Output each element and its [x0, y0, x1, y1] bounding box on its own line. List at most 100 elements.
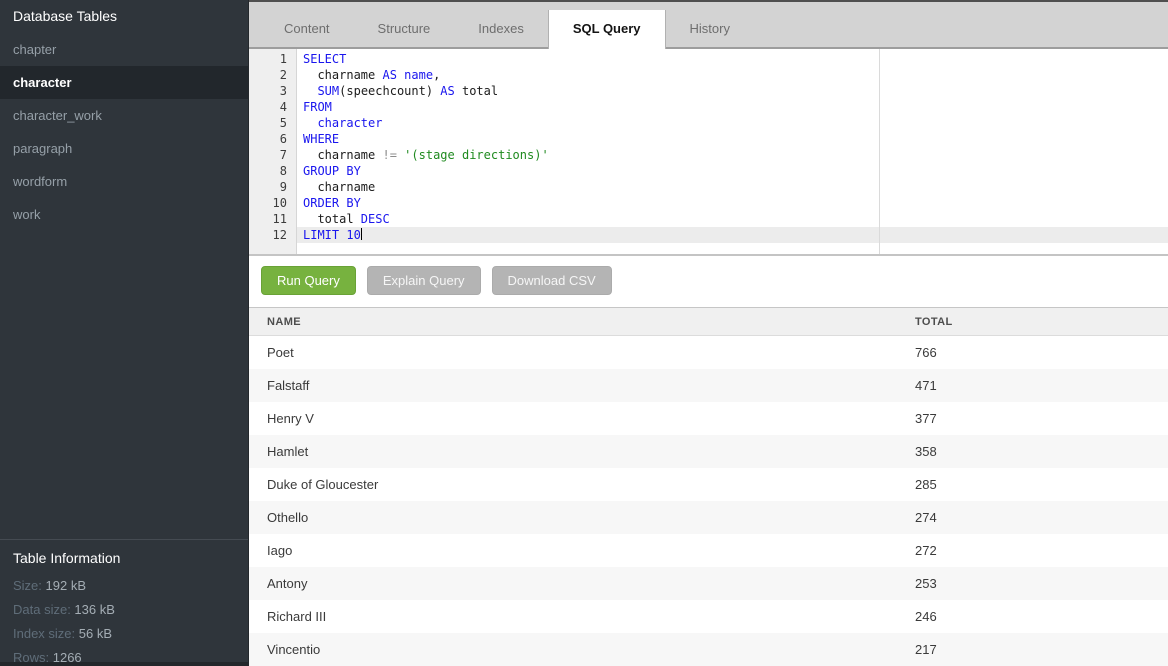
line-number: 9 — [249, 179, 287, 195]
text-caret — [361, 228, 362, 240]
line-number: 1 — [249, 51, 287, 67]
sql-token-id: charname — [303, 148, 382, 162]
sql-token-kw: GROUP BY — [303, 164, 361, 178]
code-line-11: total DESC — [297, 211, 1168, 227]
query-toolbar: Run Query Explain Query Download CSV — [249, 256, 1168, 307]
table-row[interactable]: Vincentio217 — [249, 633, 1168, 666]
line-number: 3 — [249, 83, 287, 99]
cell-total: 217 — [915, 633, 1168, 666]
sql-token-id — [303, 84, 317, 98]
cell-total: 377 — [915, 402, 1168, 435]
sql-token-kw: LIMIT 10 — [303, 228, 361, 242]
code-line-12: LIMIT 10 — [297, 227, 1168, 243]
results-area: NAMETOTAL Poet766Falstaff471Henry V377Ha… — [249, 307, 1168, 666]
cell-name: Hamlet — [249, 435, 915, 468]
sidebar-bottom-strip — [0, 662, 248, 666]
sql-token-id — [303, 116, 317, 130]
sql-token-op: != — [382, 148, 396, 162]
tab-indexes[interactable]: Indexes — [454, 10, 548, 47]
column-header-name[interactable]: NAME — [249, 308, 915, 336]
code-line-2: charname AS name, — [297, 67, 1168, 83]
cell-name: Richard III — [249, 600, 915, 633]
app-window: Database Tables chaptercharactercharacte… — [0, 0, 1168, 666]
cell-name: Antony — [249, 567, 915, 600]
tab-history[interactable]: History — [666, 10, 754, 47]
sidebar-item-chapter[interactable]: chapter — [0, 33, 248, 66]
sql-token-kw: AS — [382, 68, 396, 82]
sql-token-kw: SELECT — [303, 52, 346, 66]
sql-token-kw: ORDER BY — [303, 196, 361, 210]
sql-token-str: '(stage directions)' — [404, 148, 549, 162]
table-information-title: Table Information — [13, 547, 235, 569]
sql-token-kw: WHERE — [303, 132, 339, 146]
table-info-stat: Data size: 136 kB — [13, 598, 235, 622]
sql-token-kw: SUM — [317, 84, 339, 98]
sql-token-kw: name — [404, 68, 433, 82]
download-csv-button[interactable]: Download CSV — [492, 266, 612, 295]
column-header-total[interactable]: TOTAL — [915, 308, 1168, 336]
table-info-stat: Index size: 56 kB — [13, 622, 235, 646]
sql-editor[interactable]: 123456789101112 SELECT charname AS name,… — [249, 49, 1168, 256]
sql-token-kw: DESC — [361, 212, 390, 226]
sql-token-id: total — [303, 212, 361, 226]
cell-total: 253 — [915, 567, 1168, 600]
code-line-9: charname — [297, 179, 1168, 195]
sidebar-item-character_work[interactable]: character_work — [0, 99, 248, 132]
cell-total: 246 — [915, 600, 1168, 633]
cell-total: 272 — [915, 534, 1168, 567]
code-line-7: charname != '(stage directions)' — [297, 147, 1168, 163]
line-number: 8 — [249, 163, 287, 179]
code-line-4: FROM — [297, 99, 1168, 115]
sidebar-item-character[interactable]: character — [0, 66, 248, 99]
sql-token-id: (speechcount) — [339, 84, 440, 98]
line-number: 4 — [249, 99, 287, 115]
table-row[interactable]: Hamlet358 — [249, 435, 1168, 468]
table-list: chaptercharactercharacter_workparagraphw… — [0, 33, 248, 231]
sidebar-item-paragraph[interactable]: paragraph — [0, 132, 248, 165]
sql-token-id: charname — [303, 68, 382, 82]
stat-value: 192 kB — [46, 578, 86, 593]
table-row[interactable]: Richard III246 — [249, 600, 1168, 633]
line-number: 5 — [249, 115, 287, 131]
code-line-5: character — [297, 115, 1168, 131]
sql-token-id: charname — [303, 180, 375, 194]
tab-sql-query[interactable]: SQL Query — [548, 10, 666, 49]
stat-value: 56 kB — [79, 626, 112, 641]
line-number: 6 — [249, 131, 287, 147]
run-query-button[interactable]: Run Query — [261, 266, 356, 295]
cell-name: Iago — [249, 534, 915, 567]
cell-total: 471 — [915, 369, 1168, 402]
table-row[interactable]: Antony253 — [249, 567, 1168, 600]
tab-content[interactable]: Content — [260, 10, 354, 47]
table-row[interactable]: Duke of Gloucester285 — [249, 468, 1168, 501]
sql-token-id: , — [433, 68, 440, 82]
code-line-6: WHERE — [297, 131, 1168, 147]
sidebar-item-wordform[interactable]: wordform — [0, 165, 248, 198]
table-row[interactable]: Iago272 — [249, 534, 1168, 567]
sql-code-area: SELECT charname AS name, SUM(speechcount… — [297, 49, 1168, 254]
table-row[interactable]: Othello274 — [249, 501, 1168, 534]
cell-name: Falstaff — [249, 369, 915, 402]
stat-label: Index size: — [13, 626, 79, 641]
cell-total: 274 — [915, 501, 1168, 534]
sql-token-id: total — [455, 84, 498, 98]
line-number: 12 — [249, 227, 287, 243]
sidebar: Database Tables chaptercharactercharacte… — [0, 0, 248, 666]
results-header-row: NAMETOTAL — [249, 308, 1168, 336]
tab-structure[interactable]: Structure — [354, 10, 455, 47]
cell-name: Poet — [249, 336, 915, 369]
cell-name: Vincentio — [249, 633, 915, 666]
stat-value: 136 kB — [74, 602, 114, 617]
table-row[interactable]: Henry V377 — [249, 402, 1168, 435]
stat-label: Size: — [13, 578, 46, 593]
line-number: 10 — [249, 195, 287, 211]
cell-total: 285 — [915, 468, 1168, 501]
explain-query-button[interactable]: Explain Query — [367, 266, 481, 295]
table-info-stat: Size: 192 kB — [13, 574, 235, 598]
table-row[interactable]: Poet766 — [249, 336, 1168, 369]
results-table: NAMETOTAL Poet766Falstaff471Henry V377Ha… — [249, 307, 1168, 666]
cell-name: Henry V — [249, 402, 915, 435]
cell-name: Duke of Gloucester — [249, 468, 915, 501]
sidebar-item-work[interactable]: work — [0, 198, 248, 231]
table-row[interactable]: Falstaff471 — [249, 369, 1168, 402]
